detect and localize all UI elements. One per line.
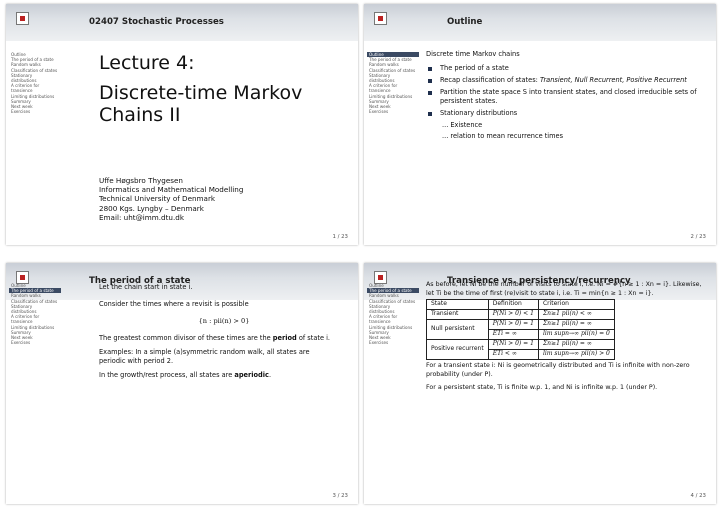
bold-term: aperiodic (234, 371, 269, 379)
slide-period: The period of a state Outline The period… (6, 263, 358, 504)
paragraph: For a transient state i: Ni is geometric… (426, 362, 690, 378)
lecture-title-line2: Discrete-time Markov Chains II (99, 82, 303, 126)
page-number: 1 / 23 (332, 234, 348, 240)
slide-outline: Outline Outline The period of a state Ra… (364, 4, 716, 245)
sub-item: ... relation to mean recurrence times (442, 132, 564, 140)
text: The greatest common divisor of these tim… (99, 334, 273, 342)
affiliation: Informatics and Mathematical Modelling (99, 185, 244, 195)
table-header-row: State Definition Criterion (426, 299, 615, 311)
author-name: Uffe Høgsbro Thygesen (99, 176, 183, 185)
university: Technical University of Denmark (99, 194, 216, 204)
table-row: Null persistent P(Ni > 0) = 1 Σn≥1 pii(n… (426, 319, 615, 341)
table-header: State (426, 299, 489, 311)
slide-title: 02407 Stochastic Processes Outline The p… (6, 4, 358, 245)
table-row: Positive recurrent P(Ni > 0) = 1 Σn≥1 pi… (426, 339, 615, 361)
table-cell: P(Ni > 0) = 1 (487, 339, 539, 351)
list-item: Recap classification of states: Transien… (426, 76, 708, 85)
table-cell: Σn≥1 pii(n) < ∞ (537, 309, 615, 321)
outline-list: The period of a state Recap classificati… (426, 64, 708, 118)
criteria-table: State Definition Criterion Transient P(N… (426, 299, 615, 361)
table-cell: Σn≥1 pii(n) = ∞ (537, 339, 615, 351)
outline-heading: Discrete time Markov chains (426, 50, 520, 58)
text: of state i. (296, 334, 331, 342)
page-number: 4 / 23 (690, 493, 706, 499)
nav-item[interactable]: Exercises (367, 340, 419, 345)
paragraph: Consider the times where a revisit is po… (99, 300, 249, 308)
paragraph: In the growth/rest process, all states a… (99, 371, 349, 380)
table-cell: lim supn→∞ pii(n) > 0 (537, 349, 615, 361)
list-item: The period of a state (426, 64, 708, 73)
nav-item[interactable]: Exercises (367, 109, 419, 114)
text: . (268, 371, 272, 379)
paragraph: For a persistent state, Ti is finite w.p… (426, 384, 658, 392)
table-cell: ETi = ∞ (487, 329, 539, 341)
list-item: Partition the state space S into transie… (426, 88, 708, 106)
slide-header: Outline (364, 4, 716, 41)
table-cell: Σn≥1 pii(n) = ∞ (537, 319, 615, 331)
table-header: Definition (487, 299, 539, 311)
list-item-text: Recap classification of states: (440, 76, 540, 84)
paragraph: The greatest common divisor of these tim… (99, 334, 349, 343)
table-cell: ETi < ∞ (487, 349, 539, 361)
paragraph: Examples: In a simple (a)symmetric rando… (99, 348, 310, 365)
dtu-logo-icon (16, 12, 29, 25)
sub-item: ... Existence (442, 121, 483, 129)
page-number: 3 / 23 (332, 493, 348, 499)
nav-item[interactable]: Exercises (9, 340, 61, 345)
table-cell: Null persistent (426, 319, 489, 341)
nav-item[interactable]: Exercises (9, 109, 61, 114)
paragraph: As before, let Ni be the number of visit… (426, 281, 702, 297)
table-cell: P(Ni > 0) < 1 (487, 309, 539, 321)
dtu-logo-icon (374, 12, 387, 25)
table-cell: Transient (426, 309, 489, 321)
period-body: Let the chain start in state i. Consider… (99, 283, 349, 380)
table-cell: lim supn→∞ pii(n) = 0 (537, 329, 615, 341)
header-title: Outline (447, 17, 483, 27)
nav-sidebar: Outline The period of a state Random wal… (367, 52, 419, 114)
transience-body: As before, let Ni be the number of visit… (426, 281, 710, 393)
formula: {n : pii(n) > 0} (198, 317, 250, 325)
table-header: Criterion (537, 299, 615, 311)
nav-sidebar: Outline The period of a state Random wal… (367, 283, 419, 345)
table-cell: P(Ni > 0) = 1 (487, 319, 539, 331)
bold-term: period (272, 334, 297, 342)
table-cell: Positive recurrent (426, 339, 489, 361)
text: In the growth/rest process, all states a… (99, 371, 235, 379)
paragraph: Let the chain start in state i. (99, 283, 193, 291)
table-row: Transient P(Ni > 0) < 1 Σn≥1 pii(n) < ∞ (426, 309, 615, 321)
outline-body: Discrete time Markov chains The period o… (426, 50, 708, 143)
page-number: 2 / 23 (690, 234, 706, 240)
title-body: Lecture 4: Discrete-time Markov Chains I… (99, 48, 349, 222)
nav-sidebar: Outline The period of a state Random wal… (9, 283, 61, 345)
header-title: 02407 Stochastic Processes (89, 17, 224, 27)
address: 2800 Kgs. Lyngby – Denmark (99, 203, 204, 213)
lecture-title-line1: Lecture 4: (99, 52, 195, 74)
list-item-italic: Transient, Null Recurrent, Positive Recu… (539, 76, 687, 84)
slide-header: 02407 Stochastic Processes (6, 4, 358, 41)
list-item: Stationary distributions (426, 109, 708, 118)
nav-sidebar: Outline The period of a state Random wal… (9, 52, 61, 114)
slide-transience: Transience vs. persistency/recurrency Ou… (364, 263, 716, 504)
email[interactable]: Email: uht@imm.dtu.dk (99, 213, 349, 222)
